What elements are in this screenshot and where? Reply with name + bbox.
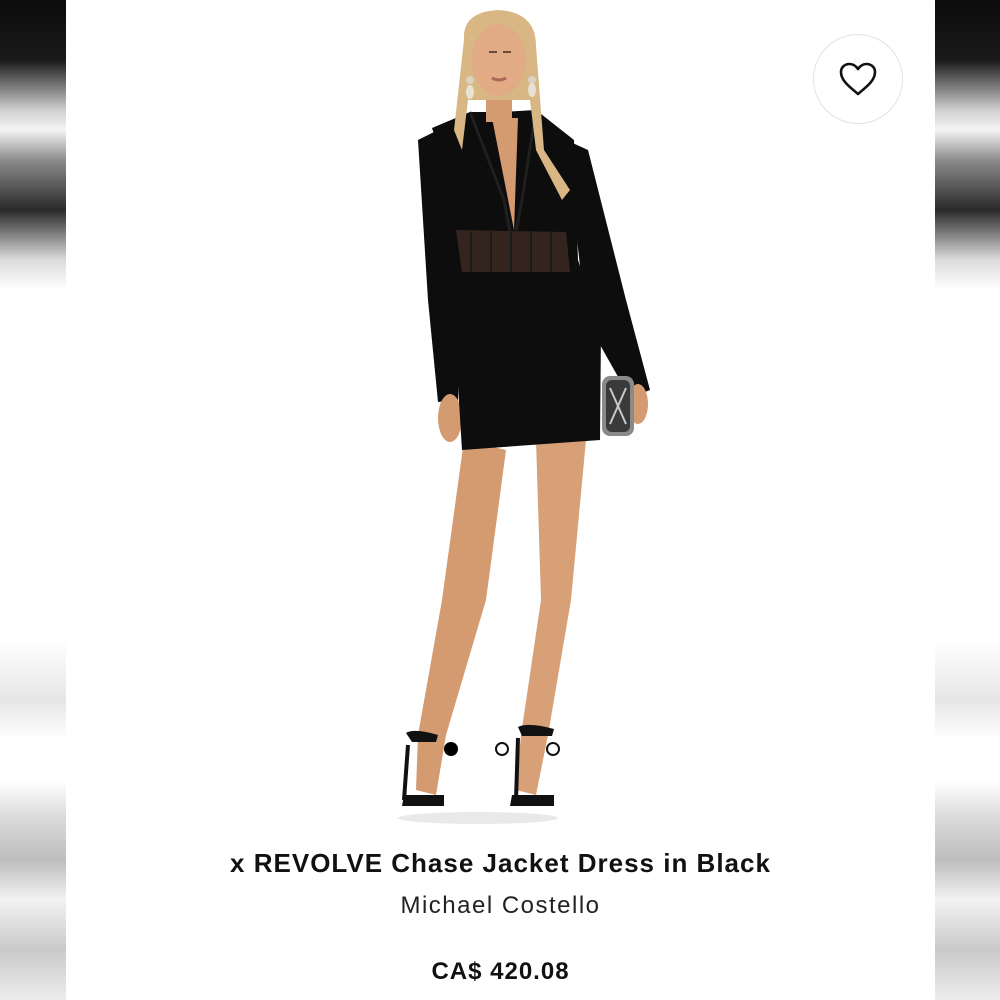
product-card: x REVOLVE Chase Jacket Dress in Black Mi… xyxy=(66,0,935,1000)
gallery-pagination xyxy=(66,742,935,762)
left-blur-panel xyxy=(0,0,66,1000)
favorite-button[interactable] xyxy=(813,34,903,124)
product-price: CA$ 420.08 xyxy=(431,958,570,985)
product-brand[interactable]: Michael Costello xyxy=(66,892,935,920)
heart-outline-icon xyxy=(839,62,877,96)
gallery-dot-4[interactable] xyxy=(546,742,560,756)
gallery-dot-1[interactable] xyxy=(444,742,458,756)
gallery-dot-3[interactable] xyxy=(495,742,509,756)
product-image[interactable] xyxy=(66,0,935,830)
model-illustration xyxy=(398,10,650,824)
right-blur-panel xyxy=(934,0,1000,1000)
product-title[interactable]: x REVOLVE Chase Jacket Dress in Black xyxy=(66,848,935,879)
